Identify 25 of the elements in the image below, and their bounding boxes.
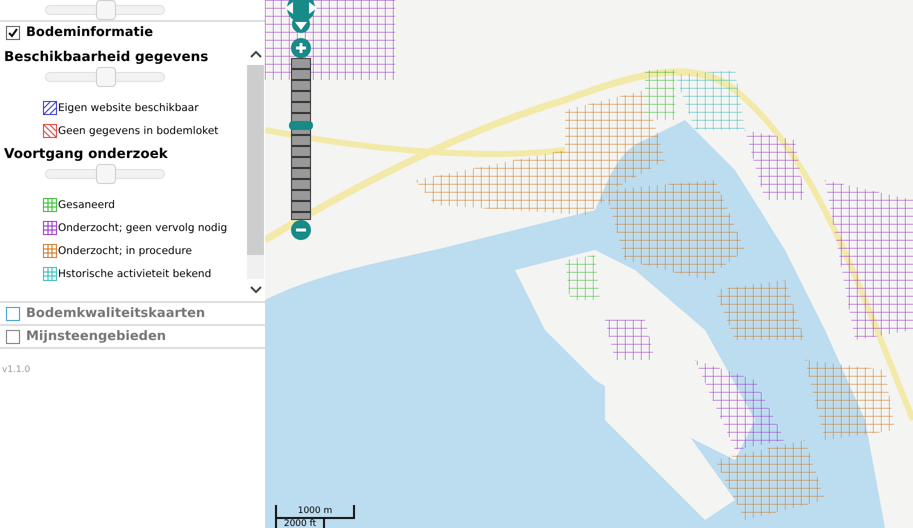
group-title: Beschikbaarheid gegevens	[4, 49, 210, 65]
slider-thumb[interactable]	[96, 164, 116, 184]
legend-label: Onderzocht; in procedure	[58, 245, 192, 257]
layer-checkbox[interactable]	[6, 330, 20, 344]
layer-label: Mijnsteengebieden	[26, 329, 166, 344]
group-title: Voortgang onderzoek	[4, 146, 169, 162]
layer-checkbox[interactable]	[6, 306, 20, 320]
layer-label: Bodemkwaliteitskaarten	[26, 306, 206, 321]
slider-thumb[interactable]	[96, 67, 116, 87]
slider-thumb[interactable]	[96, 0, 116, 20]
layer-label: Bodeminformatie	[26, 25, 154, 40]
scale-bar: 2000 ft	[275, 519, 325, 528]
opacity-slider[interactable]	[45, 0, 165, 20]
zoom-bar[interactable]	[291, 58, 311, 220]
opacity-slider[interactable]	[45, 164, 165, 184]
legend-label: Eigen website beschikbaar	[58, 102, 199, 114]
legend-label: Onderzocht; geen vervolg nodig	[58, 222, 228, 234]
layer-checkbox[interactable]	[6, 26, 20, 40]
legend-label: Hstorische activieteit bekend	[58, 268, 212, 280]
scale-bar: 1000 m	[275, 505, 355, 519]
zoom-slider-thumb[interactable]	[289, 120, 313, 130]
legend-label: Geen gegevens in bodemloket	[58, 125, 218, 137]
version-label: v1.1.0	[2, 365, 32, 375]
legend-label: Gesaneerd	[58, 199, 115, 211]
opacity-slider[interactable]	[45, 67, 165, 87]
